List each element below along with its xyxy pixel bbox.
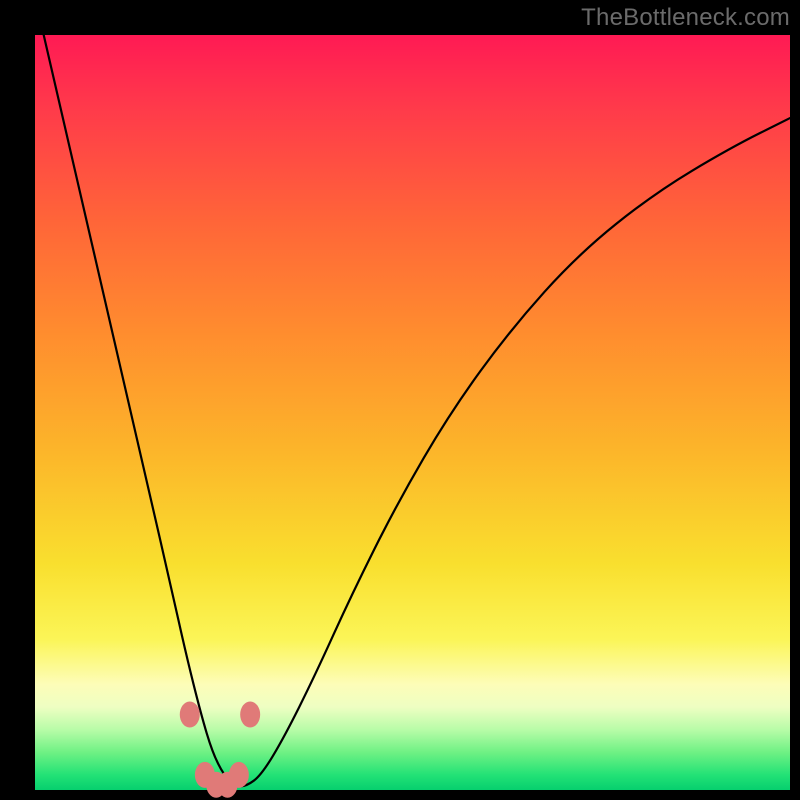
chart-plot-area [35,35,790,790]
chart-svg [35,35,790,790]
curve-marker [240,702,260,728]
curve-marker [180,702,200,728]
chart-frame: TheBottleneck.com [0,0,800,800]
watermark-text: TheBottleneck.com [581,4,790,32]
bottleneck-curve [35,0,790,786]
curve-marker [229,762,249,788]
